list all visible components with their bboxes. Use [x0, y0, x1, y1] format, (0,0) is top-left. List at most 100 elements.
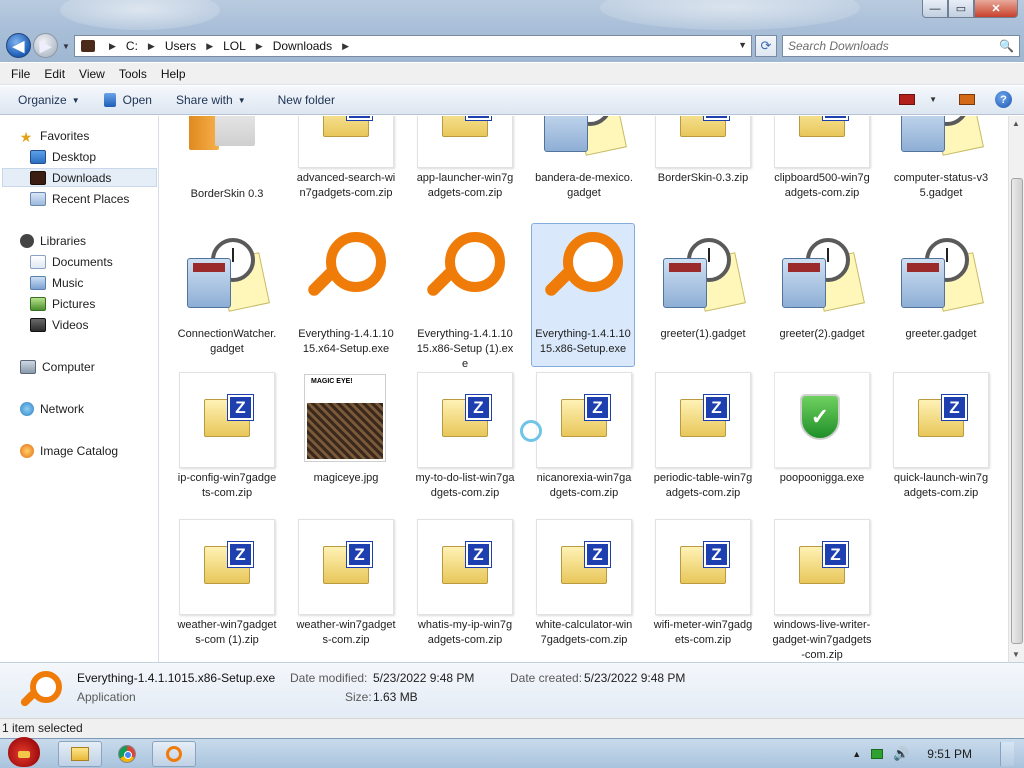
search-placeholder: Search Downloads: [788, 39, 889, 53]
close-button[interactable]: ✕: [974, 0, 1018, 18]
network-status-icon[interactable]: [871, 749, 884, 759]
back-button[interactable]: ◀: [6, 33, 31, 58]
chevron-right-icon[interactable]: ▶: [148, 41, 155, 52]
nav-pictures[interactable]: Pictures: [30, 294, 95, 313]
date-created-value: 5/23/2022 9:48 PM: [584, 671, 686, 685]
file-item[interactable]: greeter.gadget: [889, 228, 993, 342]
file-item[interactable]: Everything-1.4.1.1015.x64-Setup.exe: [294, 228, 398, 357]
chevron-right-icon[interactable]: ▶: [256, 41, 263, 52]
share-with-button[interactable]: Share with ▼: [167, 86, 255, 114]
scrollbar-thumb[interactable]: [1011, 178, 1023, 644]
nav-downloads[interactable]: Downloads: [2, 168, 157, 187]
file-item-selected[interactable]: Everything-1.4.1.1015.x86-Setup.exe: [531, 223, 635, 367]
file-name: periodic-table-win7gadgets-com.zip: [653, 472, 753, 499]
breadcrumb-item-users[interactable]: Users: [165, 39, 196, 53]
nav-label: Documents: [52, 254, 113, 269]
chevron-right-icon[interactable]: ▶: [206, 41, 213, 52]
chevron-right-icon[interactable]: ▶: [342, 41, 349, 52]
start-button[interactable]: [2, 731, 46, 768]
search-icon[interactable]: 🔍: [999, 39, 1014, 53]
help-button[interactable]: ?: [995, 91, 1012, 108]
open-button[interactable]: Open: [95, 86, 161, 114]
libraries-icon: [20, 233, 34, 248]
file-item[interactable]: Z my-to-do-list-win7gadgets-com.zip: [413, 372, 517, 501]
file-item[interactable]: BorderSkin 0.3: [175, 116, 279, 202]
file-item[interactable]: Z nicanorexia-win7gadgets-com.zip: [532, 372, 636, 501]
forward-button[interactable]: ▶: [33, 33, 58, 58]
preview-pane-icon[interactable]: [959, 94, 975, 105]
taskbar-chrome-button[interactable]: [105, 741, 149, 767]
clock[interactable]: 9:51 PM: [927, 747, 972, 761]
menu-edit[interactable]: Edit: [37, 67, 72, 81]
chrome-icon: [118, 745, 136, 763]
file-item[interactable]: ConnectionWatcher.gadget: [175, 228, 279, 357]
nav-label: Desktop: [52, 149, 97, 164]
recent-pages-dropdown-icon[interactable]: ▼: [62, 42, 70, 51]
file-item[interactable]: Everything-1.4.1.1015.x86-Setup (1).exe: [413, 228, 517, 372]
address-bar[interactable]: ▶ C: ▶ Users ▶ LOL ▶ Downloads ▶ ▼: [74, 35, 752, 57]
file-item[interactable]: Z BorderSkin-0.3.zip: [651, 116, 755, 186]
nav-videos[interactable]: Videos: [30, 315, 88, 334]
busy-cursor-icon: [520, 420, 542, 442]
volume-icon[interactable]: 🔊: [893, 746, 909, 762]
file-item[interactable]: greeter(1).gadget: [651, 228, 755, 342]
menu-tools[interactable]: Tools: [112, 67, 154, 81]
maximize-button[interactable]: ▭: [948, 0, 974, 18]
nav-music[interactable]: Music: [30, 273, 83, 292]
file-item[interactable]: Z periodic-table-win7gadgets-com.zip: [651, 372, 755, 501]
menu-help[interactable]: Help: [154, 67, 193, 81]
file-name: wifi-meter-win7gadgets-com.zip: [653, 619, 753, 646]
nav-libraries[interactable]: Libraries: [20, 231, 86, 250]
view-options-chevron-icon[interactable]: ▼: [929, 95, 937, 104]
show-desktop-button[interactable]: [1000, 742, 1014, 766]
nav-documents[interactable]: Documents: [30, 252, 113, 271]
nav-favorites[interactable]: ★ Favorites: [18, 126, 90, 145]
file-item[interactable]: Z weather-win7gadgets-com (1).zip: [175, 519, 279, 648]
menu-bar: File Edit View Tools Help: [0, 63, 1024, 85]
minimize-button[interactable]: —: [922, 0, 948, 18]
menu-view[interactable]: View: [72, 67, 112, 81]
file-item[interactable]: Z ip-config-win7gadgets-com.zip: [175, 372, 279, 501]
change-view-icon[interactable]: [899, 94, 916, 105]
nav-network[interactable]: Network: [20, 399, 84, 418]
file-item[interactable]: Z advanced-search-win7gadgets-com.zip: [294, 116, 398, 201]
desktop-icon: [30, 149, 46, 164]
show-hidden-icons-icon[interactable]: ▲: [852, 749, 861, 759]
breadcrumb-item-c[interactable]: C:: [126, 39, 138, 53]
file-item[interactable]: MAGIC EYE! magiceye.jpg: [294, 372, 398, 486]
organize-button[interactable]: Organize ▼: [0, 86, 89, 114]
menu-file[interactable]: File: [4, 67, 37, 81]
file-item[interactable]: computer-status-v35.gadget: [889, 116, 993, 201]
zip-icon: Z: [179, 519, 275, 615]
file-item[interactable]: bandera-de-mexico.gadget: [532, 116, 636, 201]
search-input[interactable]: Search Downloads 🔍: [782, 35, 1020, 57]
chevron-right-icon[interactable]: ▶: [109, 41, 116, 52]
taskbar-everything-button[interactable]: [152, 741, 196, 767]
new-folder-button[interactable]: New folder: [269, 86, 344, 114]
nav-image-catalog[interactable]: Image Catalog: [20, 441, 118, 460]
file-item[interactable]: ✓ poopoonigga.exe: [770, 372, 874, 486]
scroll-down-icon[interactable]: ▼: [1012, 650, 1020, 659]
zip-icon: Z: [417, 519, 513, 615]
file-item[interactable]: Z white-calculator-win7gadgets-com.zip: [532, 519, 636, 648]
file-item[interactable]: greeter(2).gadget: [770, 228, 874, 342]
file-name: magiceye.jpg: [313, 472, 379, 484]
breadcrumb-item-downloads[interactable]: Downloads: [273, 39, 332, 53]
nav-computer[interactable]: Computer: [20, 357, 95, 376]
taskbar-explorer-button[interactable]: [58, 741, 102, 767]
file-name: app-launcher-win7gadgets-com.zip: [416, 172, 514, 199]
scroll-up-icon[interactable]: ▲: [1012, 119, 1020, 128]
file-item[interactable]: Z quick-launch-win7gadgets-com.zip: [889, 372, 993, 501]
file-item[interactable]: Z wifi-meter-win7gadgets-com.zip: [651, 519, 755, 648]
file-item[interactable]: Z weather-win7gadgets-com.zip: [294, 519, 398, 648]
file-item[interactable]: Z app-launcher-win7gadgets-com.zip: [413, 116, 517, 201]
vertical-scrollbar[interactable]: ▲ ▼: [1008, 116, 1024, 662]
address-history-dropdown-icon[interactable]: ▼: [738, 40, 747, 50]
nav-desktop[interactable]: Desktop: [30, 147, 96, 166]
file-item[interactable]: Z clipboard500-win7gadgets-com.zip: [770, 116, 874, 201]
nav-recent-places[interactable]: Recent Places: [30, 189, 129, 208]
refresh-button[interactable]: ⟳: [755, 35, 777, 57]
breadcrumb-item-lol[interactable]: LOL: [223, 39, 246, 53]
file-item[interactable]: Z whatis-my-ip-win7gadgets-com.zip: [413, 519, 517, 648]
file-item[interactable]: Z windows-live-writer-gadget-win7gadgets…: [770, 519, 874, 662]
